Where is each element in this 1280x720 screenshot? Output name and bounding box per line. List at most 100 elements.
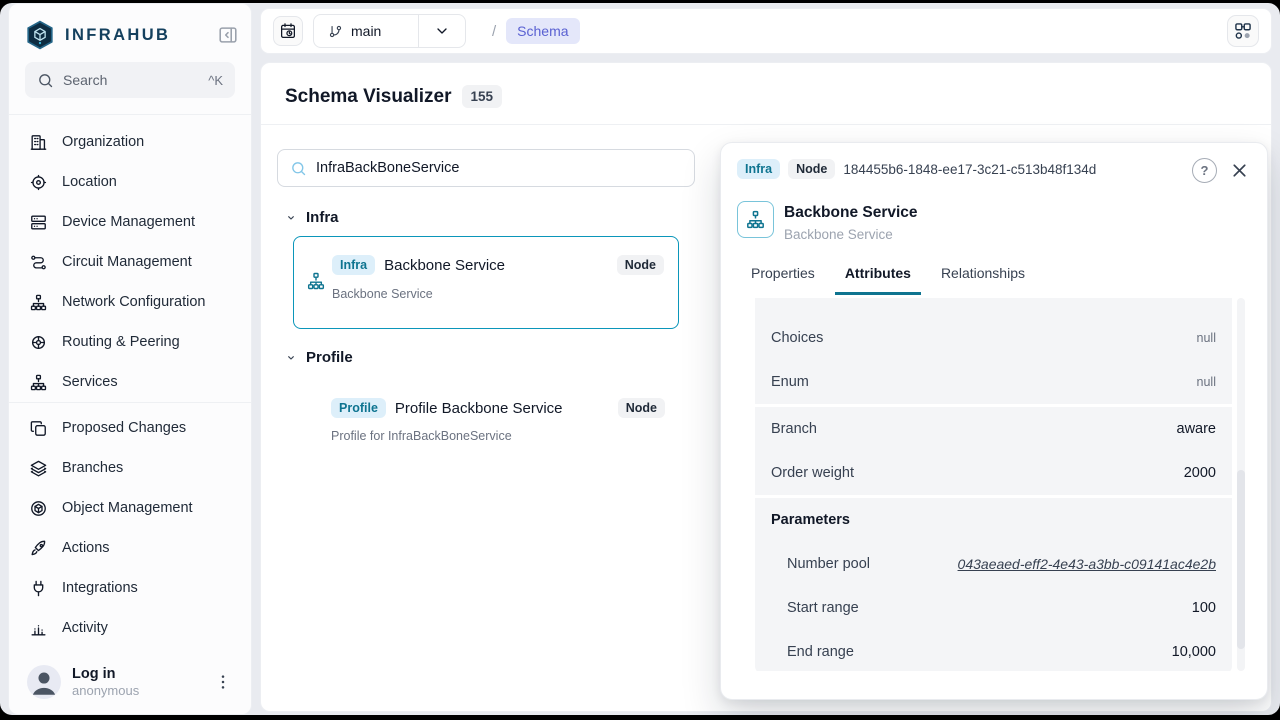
sidebar-collapse-button[interactable]: [215, 22, 241, 48]
attribute-row-choices: Choicesnull: [755, 316, 1232, 360]
sidebar-menu-objects: OrganizationLocationDevice ManagementCir…: [17, 122, 243, 392]
sidebar-item-circuit-management[interactable]: Circuit Management: [17, 242, 243, 282]
attribute-section-heading: Parameters: [755, 498, 1232, 542]
attribute-value: 100: [1192, 600, 1216, 616]
node-uuid: 184455b6-1848-ee17-3c21-c513b48f134d: [843, 162, 1096, 177]
search-icon: [290, 160, 307, 177]
hierarchy-icon: [745, 209, 766, 230]
group-header-profile[interactable]: Profile: [261, 343, 711, 372]
plug-icon: [29, 579, 48, 598]
sidebar-item-routing-peering[interactable]: Routing & Peering: [17, 322, 243, 362]
workflow-button[interactable]: [1227, 15, 1259, 47]
branch-selector[interactable]: main: [313, 14, 466, 48]
sidebar-search-placeholder: Search: [63, 72, 199, 88]
schema-search-input[interactable]: [316, 160, 682, 176]
sitemap-icon: [29, 293, 48, 312]
tab-relationships[interactable]: Relationships: [931, 259, 1035, 295]
panel-subtitle: Backbone Service: [784, 227, 893, 242]
avatar: [27, 665, 61, 699]
attribute-row-order-weight: Order weight2000: [755, 451, 1232, 495]
infrahub-logo-icon: [25, 20, 55, 50]
sitemap-icon: [29, 373, 48, 392]
schema-search-box: [277, 149, 695, 187]
scrollbar-thumb[interactable]: [1237, 470, 1245, 649]
sidebar-search[interactable]: Search ^K: [25, 62, 235, 98]
page-title: Schema Visualizer: [285, 86, 452, 108]
tab-attributes[interactable]: Attributes: [835, 259, 921, 295]
username-label: anonymous: [72, 683, 202, 699]
panel-tabs: Properties Attributes Relationships: [741, 259, 1045, 295]
group-header-infra[interactable]: Infra: [261, 203, 711, 232]
chart-icon: [29, 619, 48, 638]
sidebar-item-organization[interactable]: Organization: [17, 122, 243, 162]
wheel-icon: [29, 333, 48, 352]
search-shortcut: ^K: [208, 73, 223, 88]
calendar-clock-icon: [279, 22, 297, 40]
search-icon: [37, 72, 54, 89]
sidebar-item-proposed-changes[interactable]: Proposed Changes: [17, 408, 243, 448]
sidebar-menu-system: Proposed ChangesBranchesObject Managemen…: [17, 408, 243, 650]
attribute-row-number-pool: Number pool043aeaed-eff2-4e43-a3bb-c0914…: [755, 542, 1232, 586]
sidebar-item-device-management[interactable]: Device Management: [17, 202, 243, 242]
attributes-scroll-area[interactable]: ChoicesnullEnumnullBranchawareOrder weig…: [755, 298, 1232, 671]
sidebar-item-network-configuration[interactable]: Network Configuration: [17, 282, 243, 322]
sidebar-item-actions[interactable]: Actions: [17, 528, 243, 568]
help-button[interactable]: ?: [1192, 158, 1217, 183]
sidebar-item-activity[interactable]: Activity: [17, 608, 243, 648]
kebab-menu-icon[interactable]: [213, 672, 233, 692]
node-description: Profile for InfraBackBoneService: [331, 429, 512, 443]
building-icon: [29, 133, 48, 152]
route-icon: [29, 253, 48, 272]
login-label: Log in: [72, 665, 202, 683]
attribute-value: 10,000: [1172, 644, 1216, 660]
server-icon: [29, 213, 48, 232]
attribute-value[interactable]: 043aeaed-eff2-4e43-a3bb-c09141ac4e2b: [958, 556, 1216, 572]
node-description: Backbone Service: [332, 287, 433, 301]
divider: [261, 124, 1271, 125]
sidebar: INFRAHUB Search ^K OrganizationLocationD…: [8, 3, 252, 715]
tab-properties[interactable]: Properties: [741, 259, 825, 295]
schema-node-card-profile-backbone-service[interactable]: Profile Profile Backbone Service Node Profi…: [293, 376, 679, 452]
close-icon[interactable]: [1229, 160, 1250, 181]
sidebar-item-integrations[interactable]: Integrations: [17, 568, 243, 608]
namespace-badge: Infra: [332, 255, 375, 275]
user-menu[interactable]: Log in anonymous: [17, 656, 243, 708]
logo-row: INFRAHUB: [25, 16, 241, 54]
attribute-row-branch: Branchaware: [755, 407, 1232, 451]
locate-icon: [29, 173, 48, 192]
git-branch-icon: [328, 24, 343, 39]
topbar: main / Schema: [260, 8, 1272, 54]
attribute-value: null: [1197, 331, 1216, 345]
sidebar-divider: [9, 114, 251, 115]
attribute-value: 2000: [1184, 465, 1216, 481]
sidebar-item-object-management[interactable]: Object Management: [17, 488, 243, 528]
node-title: Profile Backbone Service: [395, 400, 563, 417]
panel-kind-badge: Node: [788, 159, 835, 179]
scrollbar[interactable]: [1237, 298, 1245, 671]
app-background: INFRAHUB Search ^K OrganizationLocationD…: [0, 3, 1280, 715]
panel-title: Backbone Service: [784, 204, 918, 222]
branch-name: main: [351, 23, 381, 39]
attribute-row-end-range: End range10,000: [755, 630, 1232, 671]
chevron-down-icon: [283, 210, 299, 226]
workflow-icon: [1233, 21, 1253, 41]
schema-node-card-backbone-service[interactable]: InfraBackbone ServiceNodeBackbone Servic…: [293, 236, 679, 329]
chevron-down-icon: [434, 23, 450, 39]
breadcrumb-schema[interactable]: Schema: [506, 18, 579, 44]
namespace-badge: Profile: [331, 398, 386, 418]
sidebar-item-branches[interactable]: Branches: [17, 448, 243, 488]
node-kind-badge: Node: [618, 398, 665, 418]
panel-collapse-icon: [217, 24, 239, 46]
sidebar-item-services[interactable]: Services: [17, 362, 243, 392]
hierarchy-icon: [306, 271, 326, 291]
attribute-value: aware: [1177, 421, 1217, 437]
node-detail-panel: Infra Node 184455b6-1848-ee17-3c21-c513b…: [720, 142, 1268, 700]
layers-icon: [29, 459, 48, 478]
date-time-button[interactable]: [273, 16, 303, 46]
chevron-down-icon: [283, 350, 299, 366]
attribute-row-start-range: Start range100: [755, 586, 1232, 630]
branch-dropdown-toggle[interactable]: [419, 15, 465, 47]
rocket-icon: [29, 539, 48, 558]
sidebar-item-location[interactable]: Location: [17, 162, 243, 202]
node-kind-badge: Node: [617, 255, 664, 275]
